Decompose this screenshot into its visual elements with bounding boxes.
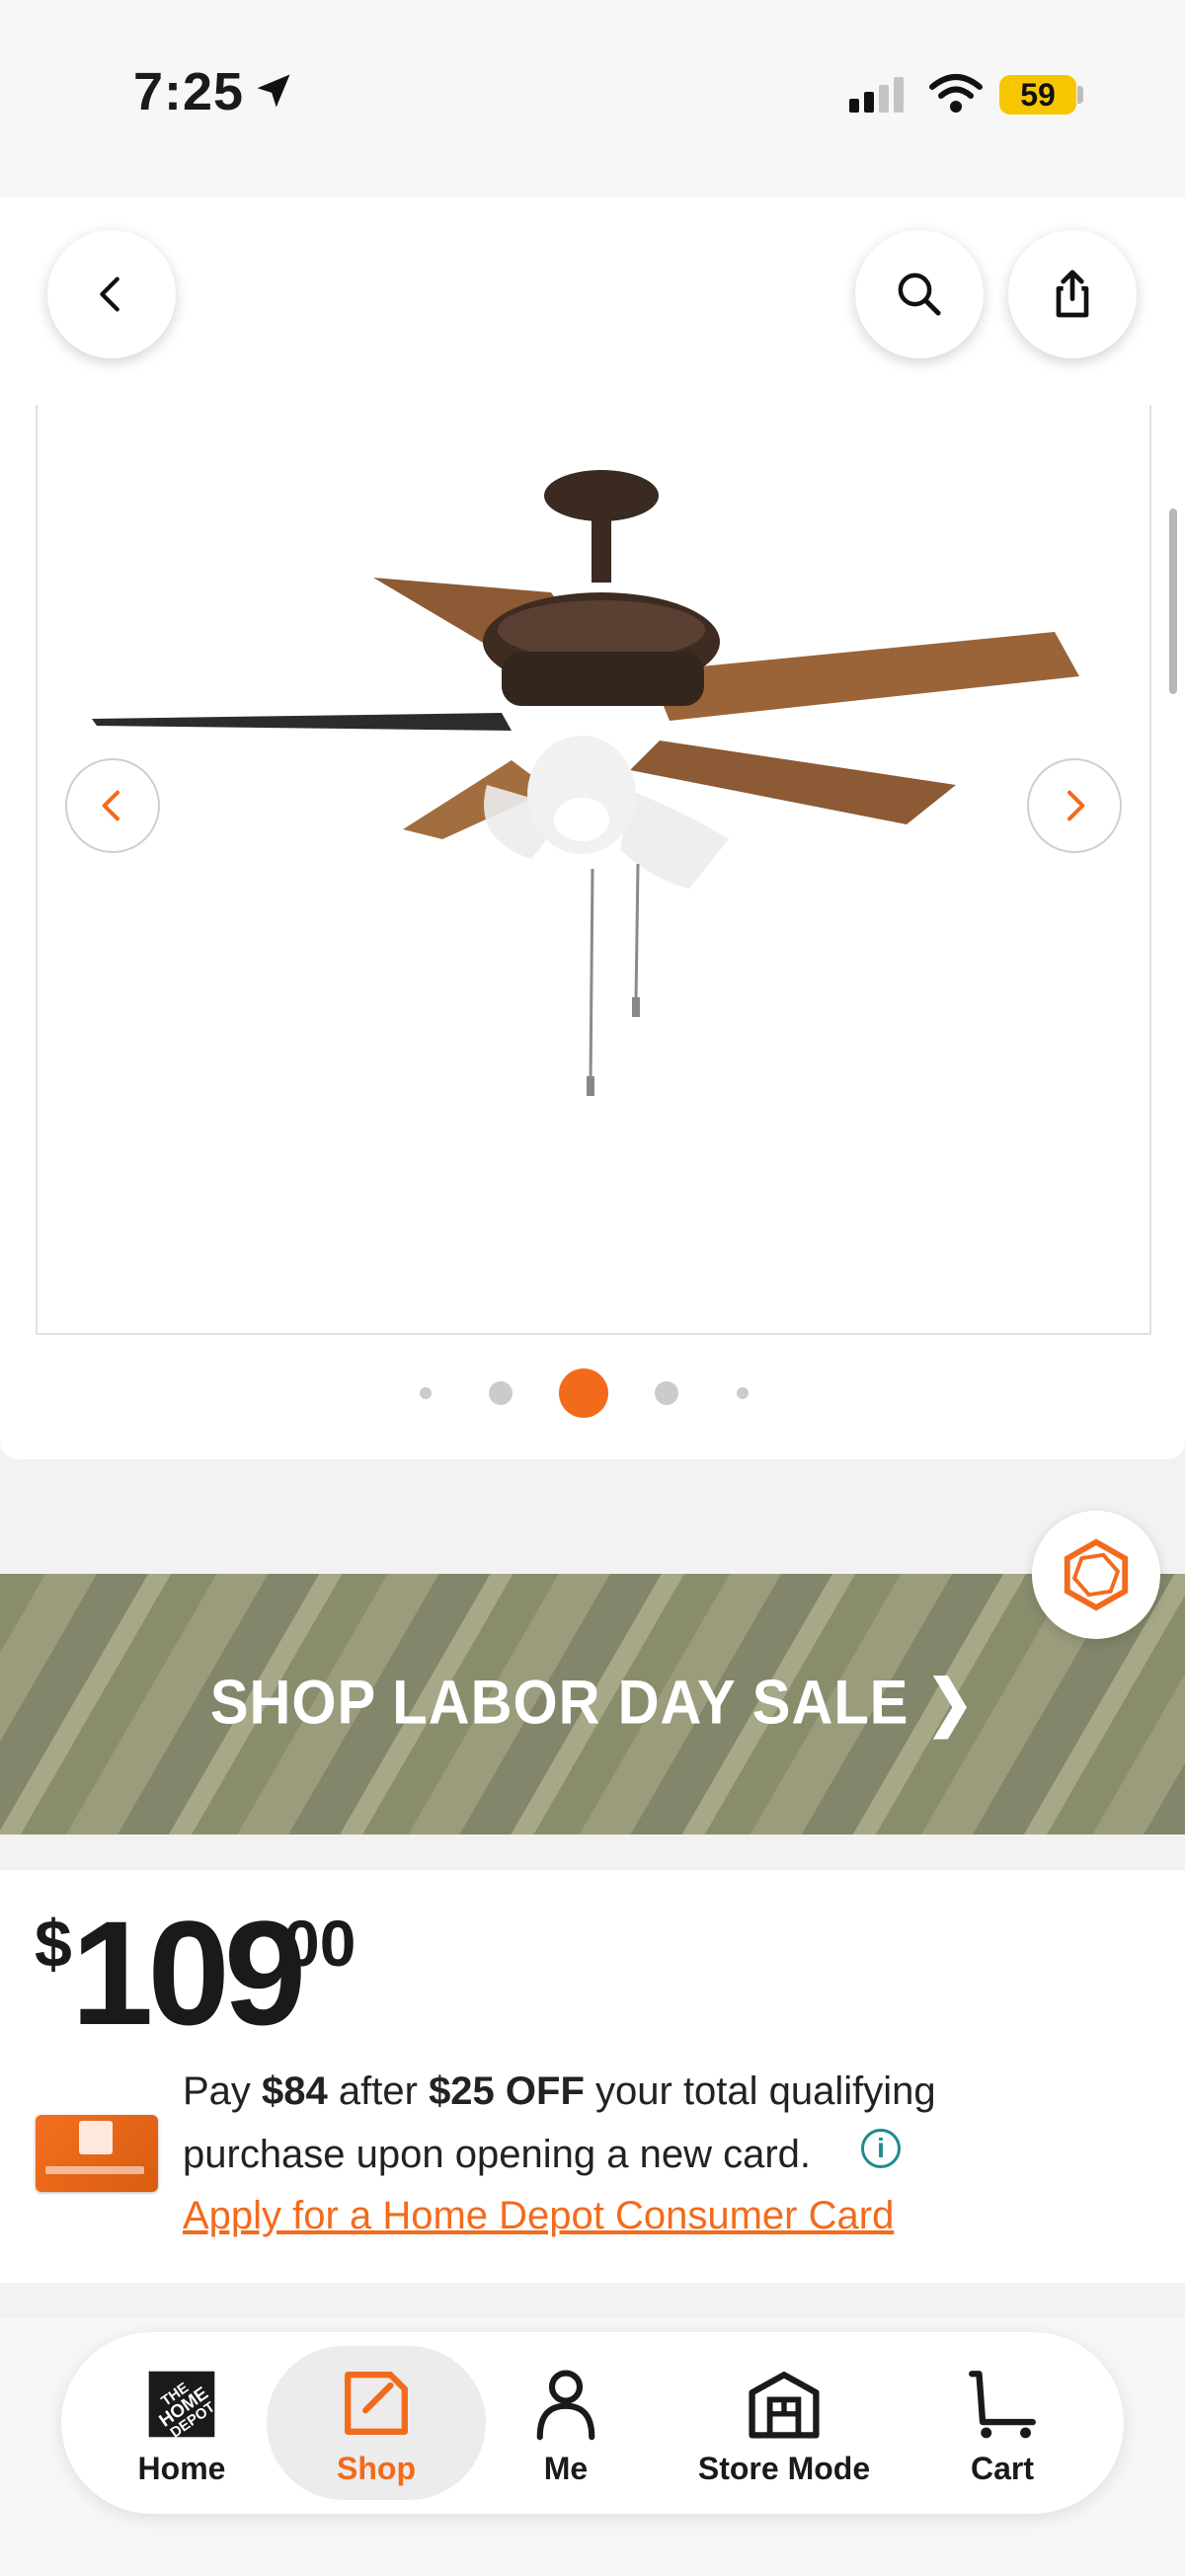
nav-shop-label: Shop <box>337 2451 416 2486</box>
status-time: 7:25 <box>133 62 245 121</box>
search-icon <box>898 273 941 316</box>
info-icon[interactable]: i <box>861 2129 901 2168</box>
scroll-indicator[interactable] <box>1169 508 1177 694</box>
gallery-dot[interactable] <box>737 1387 749 1399</box>
next-image-button[interactable] <box>1027 758 1122 853</box>
credit-card-image <box>36 2115 158 2192</box>
person-icon <box>536 2370 595 2441</box>
financing-line-2: purchase upon opening a new card. <box>183 2133 812 2176</box>
location-arrow-icon <box>257 74 290 108</box>
chevron-left-icon <box>100 276 119 312</box>
labor-day-banner-text[interactable]: SHOP LABOR DAY SALE ❯ <box>0 1666 1185 1738</box>
nav-cart-label: Cart <box>970 2451 1034 2486</box>
nav-store-mode[interactable]: Store Mode <box>685 2346 883 2500</box>
chevron-left-icon <box>102 790 119 821</box>
financing-line-1: Pay $84 after $25 OFF your total qualify… <box>183 2069 936 2113</box>
nav-me-label: Me <box>543 2451 589 2486</box>
gallery-dot[interactable] <box>489 1381 513 1405</box>
store-icon <box>749 2372 820 2439</box>
home-depot-logo-icon: THE HOME DEPOT <box>148 2371 218 2441</box>
hd-assistant-button[interactable] <box>1032 1511 1160 1639</box>
share-icon <box>1056 270 1089 318</box>
price-cents: 00 <box>283 1907 356 1980</box>
gallery-dot[interactable] <box>655 1381 678 1405</box>
price-dollars: 109 <box>71 1890 306 2056</box>
nav-me[interactable]: Me <box>467 2346 665 2500</box>
cart-icon <box>969 2371 1036 2439</box>
nav-home-label: Home <box>137 2451 226 2486</box>
nav-store-mode-label: Store Mode <box>697 2451 871 2486</box>
shop-tag-icon <box>345 2372 408 2435</box>
hexagon-logo-icon <box>1064 1538 1129 1611</box>
battery-cap <box>1077 86 1083 104</box>
nav-home[interactable]: THE HOME DEPOT Home <box>83 2346 280 2500</box>
back-button[interactable] <box>47 230 176 358</box>
chevron-right-icon <box>1067 790 1085 821</box>
battery-indicator: 59 <box>999 75 1076 115</box>
price-currency: $ <box>35 1907 72 1982</box>
ceiling-fan-image <box>92 470 1079 1096</box>
nav-shop[interactable]: Shop <box>267 2346 486 2500</box>
cellular-signal-icon <box>849 77 904 113</box>
apply-card-link[interactable]: Apply for a Home Depot Consumer Card <box>183 2194 894 2238</box>
share-button[interactable] <box>1008 230 1137 358</box>
product-image-frame[interactable] <box>36 405 1151 1335</box>
search-button[interactable] <box>855 230 984 358</box>
gallery-dot-active[interactable] <box>559 1368 608 1418</box>
nav-cart[interactable]: Cart <box>904 2346 1101 2500</box>
gallery-dot[interactable] <box>420 1387 432 1399</box>
previous-image-button[interactable] <box>65 758 160 853</box>
wifi-icon <box>929 74 983 113</box>
